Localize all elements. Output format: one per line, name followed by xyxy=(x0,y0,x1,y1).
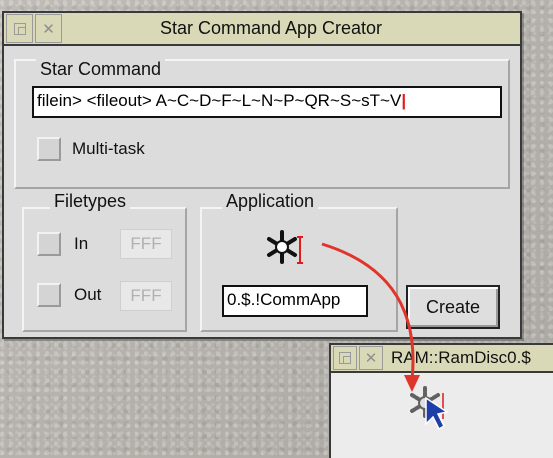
close-button[interactable]: ✕ xyxy=(35,14,62,43)
ram-window-content[interactable] xyxy=(331,373,553,458)
ram-window-title: RAM::RamDisc0.$ xyxy=(391,348,531,367)
create-button[interactable]: Create xyxy=(406,285,500,329)
back-button[interactable] xyxy=(6,14,33,43)
window-title: Star Command App Creator xyxy=(159,18,383,38)
filetype-out-field: FFF xyxy=(120,281,172,311)
dragged-app-icon xyxy=(409,383,453,425)
filetype-in-label: In xyxy=(74,234,89,253)
ram-disc-window: ✕ RAM::RamDisc0.$ xyxy=(329,343,553,458)
star-command-field[interactable]: filein> <fileout> A~C~D~F~L~N~P~QR~S~sT~… xyxy=(32,86,502,118)
filetype-out-option[interactable] xyxy=(37,283,61,307)
star-command-app-creator-window: ✕ Star Command App Creator Star Command … xyxy=(2,11,522,339)
ram-back-button[interactable] xyxy=(333,346,357,370)
filetype-in-option[interactable] xyxy=(37,232,61,256)
application-label: Application xyxy=(222,191,319,212)
close-icon: ✕ xyxy=(364,350,378,367)
star-command-label: Star Command xyxy=(36,59,166,80)
text-caret: | xyxy=(401,91,407,110)
filetype-out-label: Out xyxy=(74,285,102,304)
filetypes-frame xyxy=(22,207,187,332)
title-bar[interactable]: ✕ Star Command App Creator xyxy=(4,13,520,46)
ram-close-button[interactable]: ✕ xyxy=(359,346,383,370)
ram-title-bar[interactable]: ✕ RAM::RamDisc0.$ xyxy=(331,345,553,373)
asterisk-app-icon[interactable] xyxy=(266,227,310,269)
filetypes-label: Filetypes xyxy=(50,191,131,212)
multitask-option[interactable] xyxy=(37,137,61,161)
back-icon xyxy=(13,22,26,35)
close-icon: ✕ xyxy=(42,20,55,38)
back-icon xyxy=(339,352,351,364)
star-command-text: filein> <fileout> A~C~D~F~L~N~P~QR~S~sT~… xyxy=(37,91,402,110)
filetype-in-field: FFF xyxy=(120,229,172,259)
application-path-field[interactable]: 0.$.!CommApp xyxy=(222,285,368,317)
multitask-label: Multi-task xyxy=(72,139,145,158)
